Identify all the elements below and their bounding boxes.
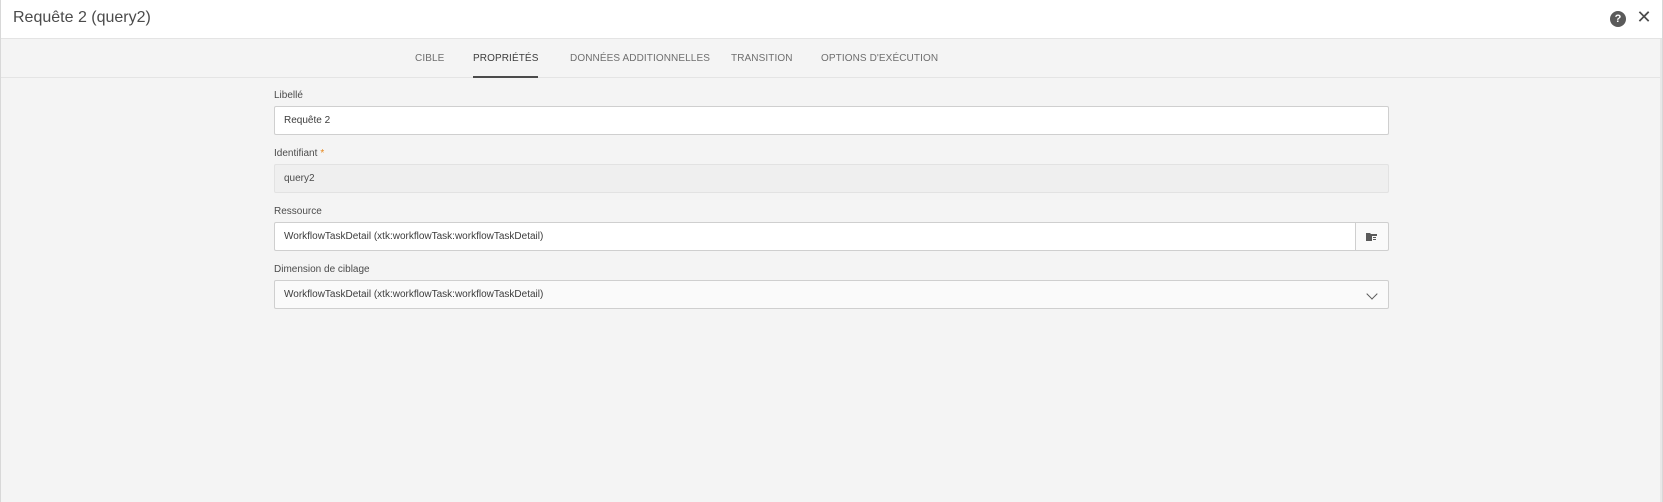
tab-bar: CIBLE PROPRIÉTÉS DONNÉES ADDITIONNELLES …: [1, 39, 1662, 78]
tab-donnees-additionnelles[interactable]: DONNÉES ADDITIONNELLES: [570, 53, 710, 78]
close-icon[interactable]: ✕: [1636, 8, 1652, 26]
tab-options-execution[interactable]: OPTIONS D'EXÉCUTION: [821, 53, 938, 78]
label-field-label: Libellé: [274, 90, 303, 101]
chevron-down-icon: [1366, 288, 1378, 300]
title-bar: Requête 2 (query2) ? ✕: [1, 0, 1662, 39]
tab-proprietes[interactable]: PROPRIÉTÉS: [473, 53, 539, 78]
folder-icon: [1366, 232, 1377, 241]
resource-field-label: Ressource: [274, 206, 322, 217]
label-input[interactable]: Requête 2: [274, 106, 1389, 135]
help-icon[interactable]: ?: [1610, 11, 1626, 27]
id-field-label-text: Identifiant: [274, 148, 318, 159]
dialog-window: Requête 2 (query2) ? ✕ CIBLE PROPRIÉTÉS …: [0, 0, 1663, 502]
resource-input[interactable]: WorkflowTaskDetail (xtk:workflowTask:wor…: [274, 222, 1356, 251]
required-marker: *: [320, 148, 325, 159]
targeting-dimension-value: WorkflowTaskDetail (xtk:workflowTask:wor…: [284, 289, 544, 300]
dialog-title: Requête 2 (query2): [13, 9, 151, 26]
targeting-field-label: Dimension de ciblage: [274, 264, 370, 275]
id-field-label: Identifiant *: [274, 148, 324, 159]
scrollbar[interactable]: [1660, 39, 1662, 502]
id-input: query2: [274, 164, 1389, 193]
resource-picker-button[interactable]: [1356, 222, 1389, 251]
targeting-dimension-select[interactable]: WorkflowTaskDetail (xtk:workflowTask:wor…: [274, 280, 1389, 309]
tab-cible[interactable]: CIBLE: [415, 53, 444, 78]
tab-transition[interactable]: TRANSITION: [731, 53, 793, 78]
